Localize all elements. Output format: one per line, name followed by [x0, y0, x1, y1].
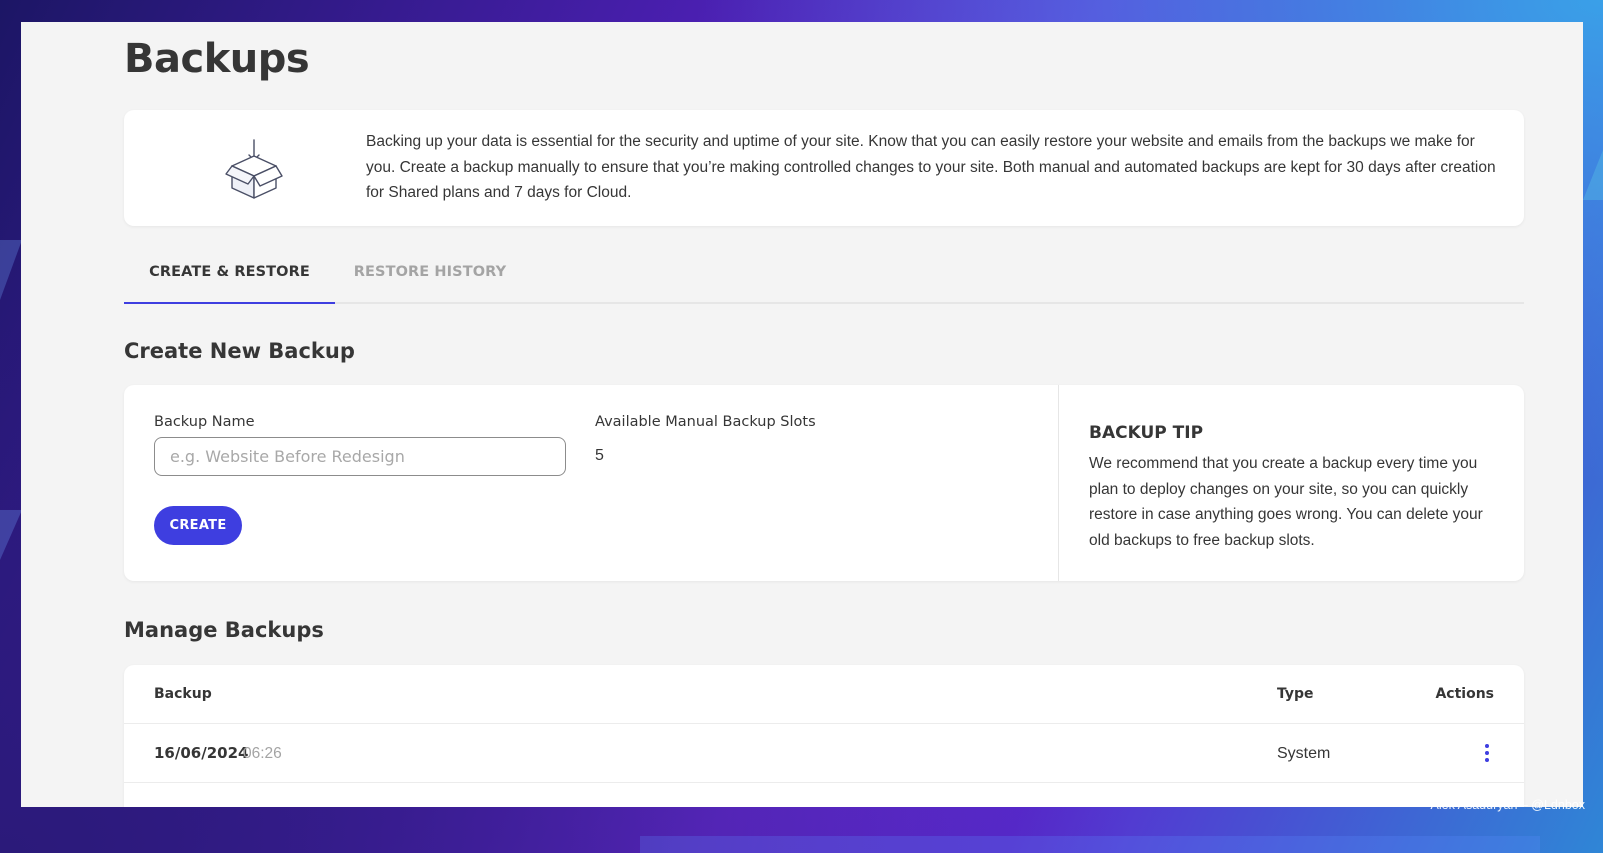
backups-table: Backup Type Actions 16/06/2024 06:26 Sys…: [124, 665, 1524, 807]
intro-description: Backing up your data is essential for th…: [366, 133, 1496, 201]
tab-create-restore[interactable]: CREATE & RESTORE: [124, 254, 335, 304]
tab-restore-history[interactable]: RESTORE HISTORY: [335, 254, 525, 302]
backup-time: 06:26: [243, 745, 282, 762]
create-button[interactable]: CREATE: [154, 506, 242, 545]
column-header-actions: Actions: [1435, 686, 1494, 702]
background-shard: [1583, 150, 1603, 200]
open-box-download-icon: [224, 136, 284, 200]
kebab-dot: [1485, 744, 1489, 748]
background-shard: [640, 836, 1540, 853]
create-section-title: Create New Backup: [124, 339, 355, 363]
backup-tip-panel: BACKUP TIP We recommend that you create …: [1059, 385, 1524, 581]
backup-type: System: [1277, 745, 1331, 762]
create-backup-card: Backup Name Available Manual Backup Slot…: [124, 385, 1524, 581]
backup-date: 16/06/2024: [154, 744, 249, 762]
background-shard: [0, 240, 22, 300]
backup-tip-text: We recommend that you create a backup ev…: [1089, 455, 1483, 549]
manage-section-title: Manage Backups: [124, 618, 324, 642]
available-slots-label: Available Manual Backup Slots: [595, 414, 816, 430]
backup-tip-title: BACKUP TIP: [1089, 423, 1204, 443]
table-header: Backup Type Actions: [124, 665, 1524, 724]
backup-name-label: Backup Name: [154, 414, 255, 430]
table-row: 16/06/2024 06:26 System: [124, 724, 1524, 783]
kebab-menu-icon[interactable]: [1476, 738, 1498, 768]
available-slots-value: 5: [595, 447, 604, 464]
kebab-dot: [1485, 751, 1489, 755]
page-title: Backups: [124, 36, 310, 82]
intro-card: Backing up your data is essential for th…: [124, 110, 1524, 226]
create-form: Backup Name Available Manual Backup Slot…: [124, 385, 1059, 581]
column-header-type[interactable]: Type: [1277, 686, 1314, 702]
backup-name-input[interactable]: [154, 437, 566, 476]
column-header-backup[interactable]: Backup: [154, 686, 212, 702]
credit-text: Alek Asaduryan – @Ldnbox: [1430, 798, 1585, 812]
background-shard: [0, 510, 22, 560]
kebab-dot: [1485, 758, 1489, 762]
app-window: Backups Backing up your data is essentia…: [21, 22, 1583, 807]
tab-bar: CREATE & RESTORE RESTORE HISTORY: [124, 254, 1524, 304]
